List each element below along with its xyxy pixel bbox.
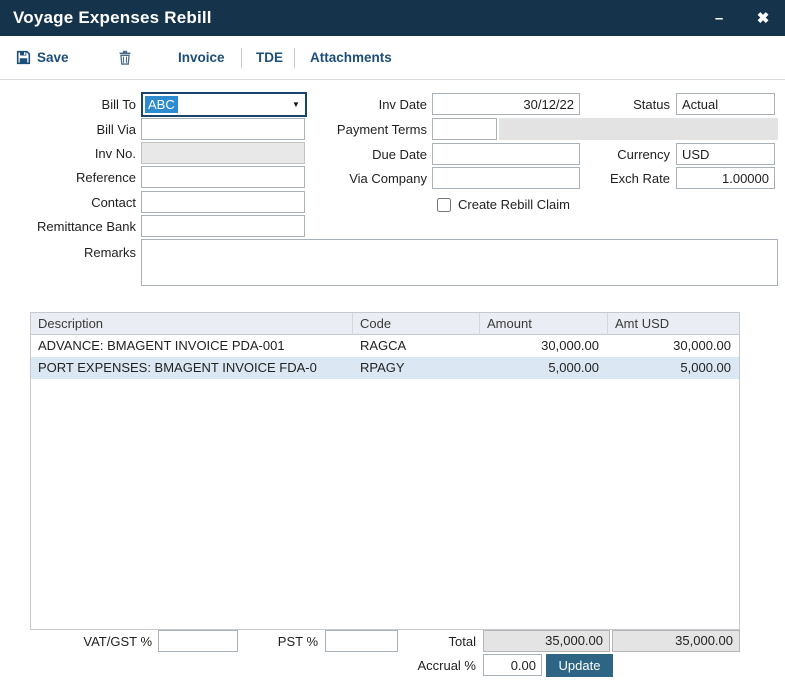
vat-gst-label: VAT/GST % — [42, 632, 152, 652]
close-icon[interactable]: ✖ — [741, 9, 785, 27]
cell-amt-usd: 30,000.00 — [608, 335, 740, 357]
inv-date-label: Inv Date — [310, 95, 427, 115]
bill-to-combobox[interactable]: ABC ▼ — [141, 92, 307, 117]
vat-gst-input[interactable] — [158, 630, 238, 652]
pst-label: PST % — [250, 632, 318, 652]
currency-label: Currency — [590, 145, 670, 165]
chevron-down-icon[interactable]: ▼ — [287, 94, 305, 115]
column-header-code[interactable]: Code — [353, 313, 480, 335]
bill-via-label: Bill Via — [0, 120, 136, 140]
exch-rate-label: Exch Rate — [590, 169, 670, 189]
delete-button[interactable] — [118, 36, 132, 79]
titlebar: Voyage Expenses Rebill – ✖ — [0, 0, 785, 36]
due-date-input[interactable] — [432, 143, 580, 165]
payment-terms-description-field — [499, 118, 778, 140]
bill-to-label: Bill To — [0, 95, 136, 115]
currency-input[interactable] — [676, 143, 775, 165]
payment-terms-label: Payment Terms — [310, 120, 427, 140]
table-row[interactable]: PORT EXPENSES: BMAGENT INVOICE FDA-0 RPA… — [31, 357, 739, 379]
bill-to-value: ABC — [145, 96, 178, 113]
toolbar-divider — [294, 48, 295, 68]
column-header-description[interactable]: Description — [31, 313, 353, 335]
cell-amount: 30,000.00 — [480, 335, 608, 357]
create-rebill-claim-label[interactable]: Create Rebill Claim — [458, 197, 570, 213]
bill-via-input[interactable] — [141, 118, 305, 140]
cell-code: RAGCA — [353, 335, 480, 357]
cell-amount: 5,000.00 — [480, 357, 608, 379]
status-label: Status — [590, 95, 670, 115]
reference-input[interactable] — [141, 166, 305, 188]
remittance-bank-input[interactable] — [141, 215, 305, 237]
table-row[interactable]: ADVANCE: BMAGENT INVOICE PDA-001 RAGCA 3… — [31, 335, 739, 357]
reference-label: Reference — [0, 168, 136, 188]
pst-input[interactable] — [325, 630, 398, 652]
column-header-amount[interactable]: Amount — [480, 313, 608, 335]
toolbar: Save Invoice TDE Attachments — [0, 36, 785, 80]
minimize-icon[interactable]: – — [697, 10, 741, 27]
trash-icon — [118, 50, 132, 65]
via-company-label: Via Company — [310, 169, 427, 189]
save-button[interactable]: Save — [16, 36, 69, 79]
inv-no-input — [141, 142, 305, 164]
tde-button[interactable]: TDE — [256, 36, 283, 79]
total-amt-usd-field: 35,000.00 — [612, 630, 740, 652]
voyage-expenses-rebill-window: Voyage Expenses Rebill – ✖ Save — [0, 0, 785, 689]
create-rebill-claim-checkbox[interactable] — [437, 198, 451, 212]
total-amount-field: 35,000.00 — [483, 630, 610, 652]
titlebar-buttons: – ✖ — [697, 0, 785, 36]
cell-amt-usd: 5,000.00 — [608, 357, 740, 379]
status-input[interactable] — [676, 93, 775, 115]
via-company-input[interactable] — [432, 167, 580, 189]
remarks-label: Remarks — [0, 243, 136, 263]
accrual-input[interactable] — [483, 654, 542, 676]
table-header-row: Description Code Amount Amt USD — [31, 313, 739, 335]
cell-description: PORT EXPENSES: BMAGENT INVOICE FDA-0 — [31, 357, 353, 379]
save-icon — [16, 50, 31, 65]
window-title: Voyage Expenses Rebill — [0, 8, 212, 28]
cell-code: RPAGY — [353, 357, 480, 379]
contact-input[interactable] — [141, 191, 305, 213]
inv-date-input[interactable] — [432, 93, 580, 115]
cell-description: ADVANCE: BMAGENT INVOICE PDA-001 — [31, 335, 353, 357]
column-header-amt-usd[interactable]: Amt USD — [608, 313, 740, 335]
due-date-label: Due Date — [310, 145, 427, 165]
attachments-button[interactable]: Attachments — [310, 36, 392, 79]
toolbar-divider — [241, 48, 242, 68]
payment-terms-input[interactable] — [432, 118, 497, 140]
update-button[interactable]: Update — [546, 654, 613, 677]
invoice-button[interactable]: Invoice — [178, 36, 225, 79]
remarks-textarea[interactable] — [141, 239, 778, 286]
line-items-table: Description Code Amount Amt USD ADVANCE:… — [30, 312, 740, 630]
save-label: Save — [37, 50, 69, 65]
remittance-bank-label: Remittance Bank — [0, 217, 136, 237]
total-label: Total — [406, 632, 476, 652]
accrual-label: Accrual % — [397, 656, 476, 676]
inv-no-label: Inv No. — [0, 144, 136, 164]
contact-label: Contact — [0, 193, 136, 213]
exch-rate-input[interactable] — [676, 167, 775, 189]
